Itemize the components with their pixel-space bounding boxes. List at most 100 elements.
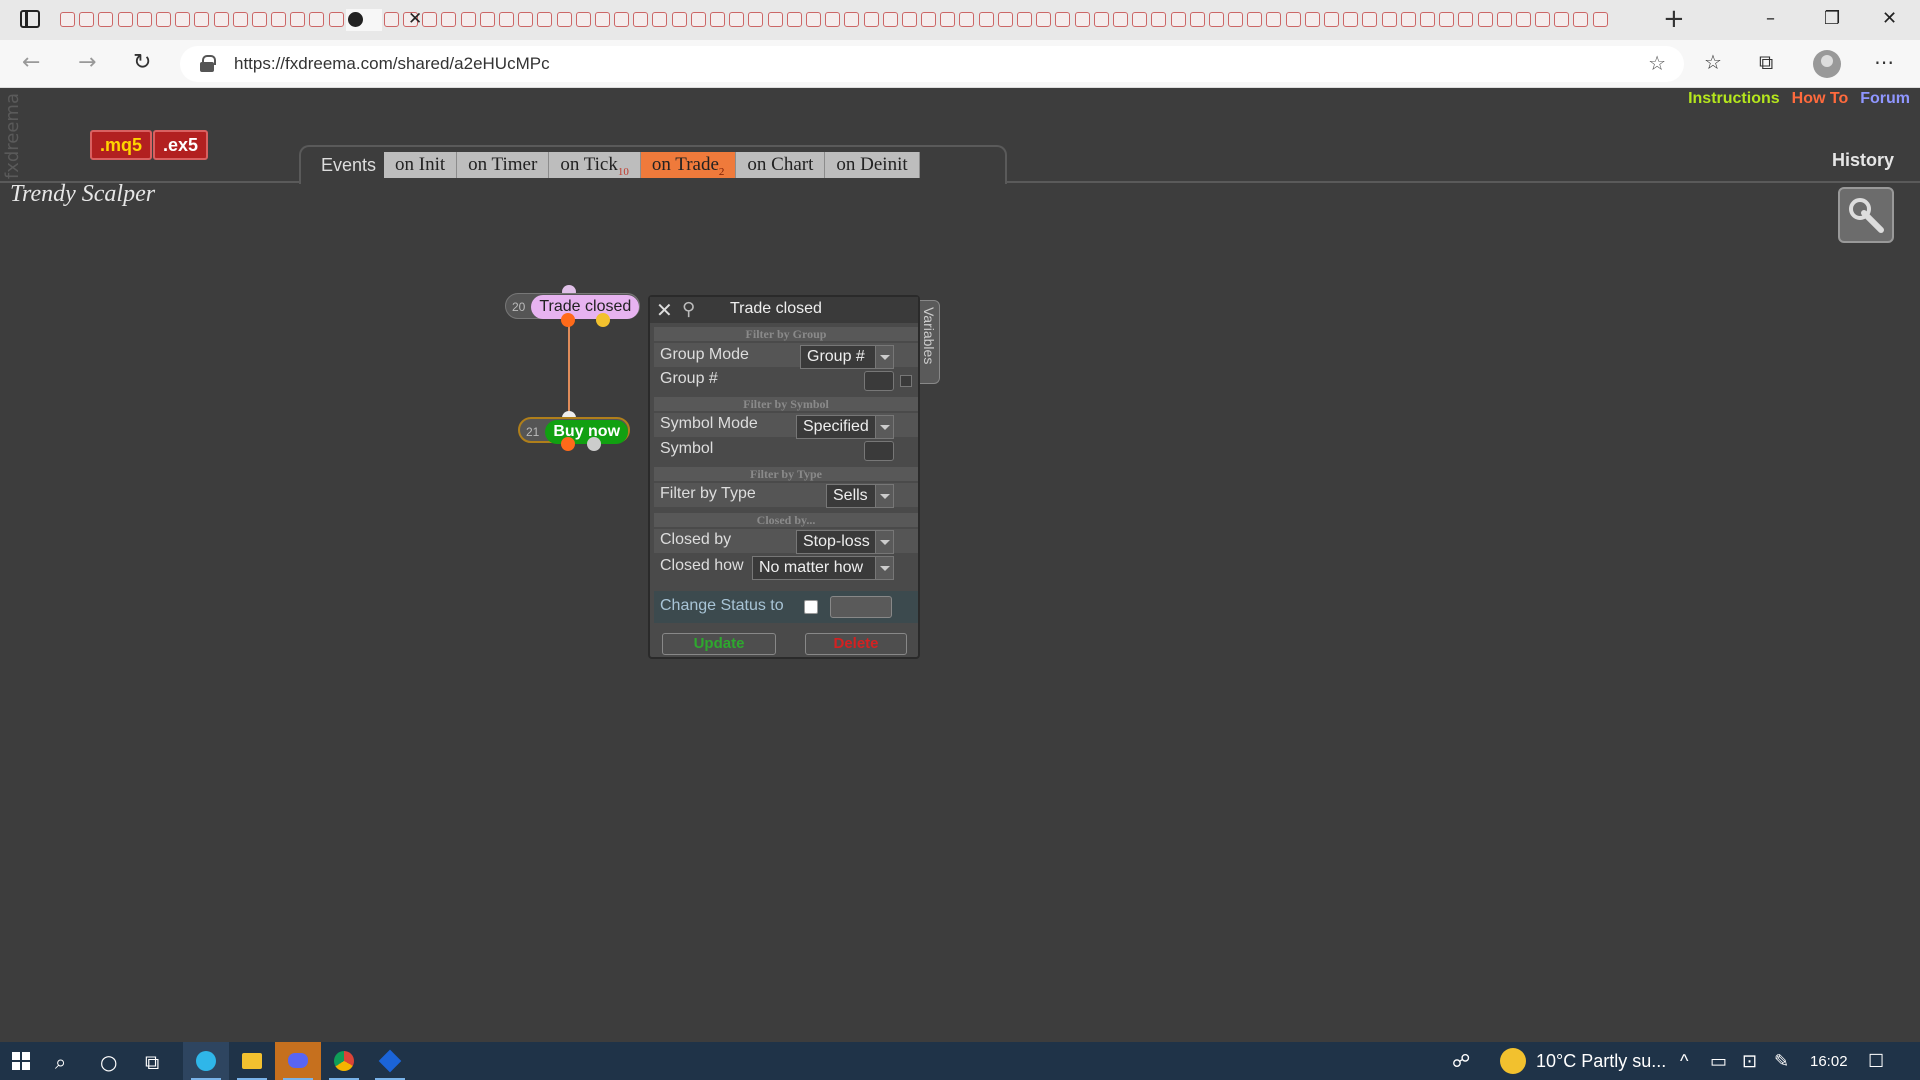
browser-tab[interactable] (631, 9, 650, 31)
browser-tab[interactable] (1341, 9, 1360, 31)
tab-on-init[interactable]: on Init (384, 152, 458, 178)
pen-icon[interactable]: ✎ (1774, 1051, 1789, 1072)
restore-icon[interactable]: ❐ (1824, 8, 1840, 29)
browser-tab[interactable] (77, 9, 96, 31)
browser-tab[interactable] (382, 9, 401, 31)
group-mode-select[interactable]: Group # (800, 345, 894, 369)
browser-tab[interactable] (173, 9, 192, 31)
browser-tab[interactable] (1169, 9, 1188, 31)
tab-on-chart[interactable]: on Chart (736, 152, 826, 178)
close-window-icon[interactable]: ✕ (1882, 8, 1897, 29)
browser-tab[interactable] (497, 9, 516, 31)
browser-tab[interactable] (708, 9, 727, 31)
chevron-down-icon[interactable] (875, 416, 893, 438)
change-status-checkbox[interactable] (804, 600, 818, 614)
close-icon[interactable]: ✕ (656, 298, 673, 322)
browser-tab[interactable] (1399, 9, 1418, 31)
browser-tab[interactable] (593, 9, 612, 31)
browser-tab[interactable] (420, 9, 439, 31)
browser-tab[interactable] (212, 9, 231, 31)
browser-tab[interactable] (96, 9, 115, 31)
browser-tab[interactable] (1284, 9, 1303, 31)
symbol-mode-select[interactable]: Specified (796, 415, 894, 439)
change-status-input[interactable] (830, 596, 892, 618)
block-output-dot-alt[interactable] (596, 313, 610, 327)
browser-tab[interactable] (478, 9, 497, 31)
browser-tab[interactable] (327, 9, 346, 31)
browser-tab[interactable] (154, 9, 173, 31)
browser-tab[interactable] (1591, 9, 1610, 31)
meet-icon[interactable]: ▭ (1710, 1051, 1727, 1072)
browser-tab[interactable] (823, 9, 842, 31)
collections-icon[interactable]: ⧉ (1759, 50, 1773, 74)
reload-icon[interactable]: ↻ (133, 50, 151, 75)
chevron-down-icon[interactable] (875, 485, 893, 507)
browser-tab[interactable] (288, 9, 307, 31)
browser-tab[interactable] (135, 9, 154, 31)
tools-button[interactable] (1838, 187, 1894, 243)
cortana-icon[interactable]: ○ (100, 1050, 117, 1074)
browser-tab[interactable] (1226, 9, 1245, 31)
browser-tab[interactable] (116, 9, 135, 31)
block-buy-now[interactable]: 21 Buy now (518, 417, 631, 444)
browser-tab[interactable] (1514, 9, 1533, 31)
browser-tab[interactable] (612, 9, 631, 31)
browser-tab[interactable] (727, 9, 746, 31)
browser-tab[interactable] (1303, 9, 1322, 31)
browser-tab[interactable] (1034, 9, 1053, 31)
browser-tab[interactable] (1476, 9, 1495, 31)
profile-avatar[interactable] (1813, 50, 1841, 78)
close-tab-icon[interactable]: ✕ (408, 9, 422, 29)
closed-how-select[interactable]: No matter how (752, 556, 894, 580)
browser-tab[interactable] (535, 9, 554, 31)
browser-tab[interactable] (1533, 9, 1552, 31)
browser-tab-active[interactable] (345, 9, 382, 31)
fxdreema-canvas[interactable]: fxdreema .mq5 .ex5 Trendy Scalper Instru… (0, 89, 1920, 1042)
chevron-down-icon[interactable] (875, 346, 893, 368)
browser-tab[interactable] (1380, 9, 1399, 31)
browser-tab[interactable] (862, 9, 881, 31)
browser-tab[interactable] (919, 9, 938, 31)
tab-actions-icon[interactable] (20, 10, 40, 28)
browser-tab[interactable] (1360, 9, 1379, 31)
browser-tab[interactable] (192, 9, 211, 31)
instructions-link[interactable]: Instructions (1688, 90, 1780, 108)
browser-tab[interactable] (1552, 9, 1571, 31)
favorites-icon[interactable]: ☆ (1704, 50, 1722, 74)
chevron-up-icon[interactable]: ^ (1680, 1051, 1688, 1072)
browser-tab[interactable] (516, 9, 535, 31)
browser-tab[interactable] (1264, 9, 1283, 31)
browser-tab[interactable] (439, 9, 458, 31)
browser-tab[interactable] (1188, 9, 1207, 31)
more-menu-icon[interactable]: ⋯ (1874, 50, 1894, 74)
browser-tab[interactable] (650, 9, 669, 31)
group-num-input[interactable] (864, 371, 894, 391)
browser-tab[interactable] (269, 9, 288, 31)
tab-on-trade[interactable]: on Trade2 (640, 152, 737, 178)
browser-tab[interactable] (1092, 9, 1111, 31)
symbol-input[interactable] (864, 441, 894, 461)
variables-tab[interactable]: Variables (920, 300, 940, 384)
history-link[interactable]: History (1832, 150, 1894, 171)
group-num-checkbox[interactable] (900, 375, 912, 387)
app-taskbar-icon[interactable] (367, 1042, 413, 1080)
panel-header[interactable]: ✕ ⚲ Trade closed (650, 297, 918, 323)
browser-tab[interactable] (766, 9, 785, 31)
weather-icon[interactable] (1500, 1048, 1526, 1074)
ex5-export-button[interactable]: .ex5 (153, 130, 209, 160)
project-title[interactable]: Trendy Scalper (10, 181, 155, 208)
browser-tab[interactable] (881, 9, 900, 31)
delete-button[interactable]: Delete (805, 633, 907, 655)
browser-tab[interactable] (938, 9, 957, 31)
tab-on-timer[interactable]: on Timer (457, 152, 550, 178)
browser-tab[interactable] (1149, 9, 1168, 31)
browser-tab[interactable] (1053, 9, 1072, 31)
forum-link[interactable]: Forum (1860, 90, 1910, 108)
weather-text[interactable]: 10°C Partly su... (1536, 1051, 1666, 1072)
url-bar[interactable]: https://fxdreema.com/shared/a2eHUcMPc ☆ (180, 46, 1684, 82)
browser-tab[interactable] (459, 9, 478, 31)
browser-tab[interactable] (555, 9, 574, 31)
notifications-icon[interactable]: ☐ (1868, 1051, 1884, 1072)
browser-tab[interactable] (785, 9, 804, 31)
browser-tab[interactable] (1130, 9, 1149, 31)
